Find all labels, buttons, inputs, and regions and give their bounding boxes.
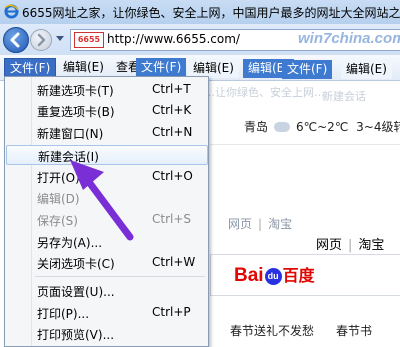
window-title: 6655网址之家，让你绿色、安全上网，中国用户最多的网址大全网站之一 [22, 6, 400, 20]
bottom-link-2[interactable]: 春节书 [336, 324, 372, 338]
baidu-logo[interactable]: Bai du 百度 [234, 262, 315, 287]
site-favicon: 6655 [74, 32, 104, 48]
menu-item-save-as[interactable]: 另存为(A)... [6, 231, 206, 251]
menu-item-new-session[interactable]: 新建会话(I) [6, 145, 208, 165]
menu-item-new-tab[interactable]: 新建选项卡(T) Ctrl+T [6, 79, 206, 99]
weather-widget[interactable]: 青岛 6℃~2℃ 3~4级转 [244, 118, 400, 135]
faint-banner-text: …让你绿色、安全上网… [204, 86, 325, 99]
menu-item-open[interactable]: 打开(O)... Ctrl+O [6, 166, 206, 186]
weather-wind: 3~4级转 [356, 120, 400, 134]
title-bar: 6655网址之家，让你绿色、安全上网，中国用户最多的网址大全网站之一 [0, 0, 400, 25]
ghost-menu-file: 文件(F) [136, 58, 187, 77]
search-tabs: 网页 | 淘宝 [316, 238, 385, 253]
baidu-paw-icon: du [264, 268, 282, 285]
ie-logo-icon [4, 4, 19, 19]
back-arrow-icon [10, 32, 20, 48]
file-menu-dropdown: 新建选项卡(T) Ctrl+T 重复选项卡(B) Ctrl+K 新建窗口(N) … [4, 76, 209, 347]
weather-city: 青岛 [244, 120, 269, 134]
tab-taobao[interactable]: 淘宝 [358, 238, 384, 253]
menu-separator [35, 276, 205, 277]
weather-temp: 6℃~2℃ [296, 120, 349, 134]
menu-item-edit[interactable]: 编辑(D) [6, 187, 206, 207]
menu-item-duplicate-tab[interactable]: 重复选项卡(B) Ctrl+K [6, 100, 206, 120]
forward-arrow-icon [37, 33, 46, 47]
url-text[interactable]: http://www.6655.com/ [107, 32, 240, 46]
menu-edit[interactable]: 编辑(E) [58, 58, 109, 77]
watermark-text: win7china.com [298, 30, 400, 47]
bottom-link-1[interactable]: 春节送礼不发愁 [230, 324, 314, 338]
divider [210, 144, 400, 145]
tab-taobao-faint[interactable]: 淘宝 [268, 217, 292, 231]
navigation-bar: 6655 http://www.6655.com/ win7china.com [0, 24, 400, 55]
menu-item-page-setup[interactable]: 页面设置(U)... [6, 280, 206, 300]
ghost-menu-edit-3: 编辑(E) [341, 60, 392, 79]
back-button[interactable] [3, 27, 29, 53]
faint-banner-text-2: 新建会话 [322, 90, 366, 103]
menu-item-print-preview[interactable]: 打印预览(V)... [6, 323, 206, 343]
tab-web[interactable]: 网页 [316, 238, 342, 253]
menu-item-new-window[interactable]: 新建窗口(N) Ctrl+N [6, 122, 206, 142]
ghost-menu-file-2: 文件(F) [282, 60, 333, 79]
menu-item-save[interactable]: 保存(S) Ctrl+S [6, 209, 206, 229]
menu-item-close-tab[interactable]: 关闭选项卡(C) Ctrl+W [6, 252, 206, 272]
forward-button[interactable] [30, 29, 52, 51]
bottom-links: 春节送礼不发愁 春节书 [230, 322, 394, 339]
history-dropdown-icon[interactable] [56, 36, 64, 42]
search-tabs-faint: 网页 | 淘宝 [228, 217, 293, 231]
menu-item-print[interactable]: 打印(P)... Ctrl+P [6, 302, 206, 322]
address-bar[interactable]: 6655 http://www.6655.com/ win7china.com [70, 29, 400, 51]
tab-web-faint[interactable]: 网页 [228, 217, 252, 231]
cloud-icon [274, 122, 291, 132]
